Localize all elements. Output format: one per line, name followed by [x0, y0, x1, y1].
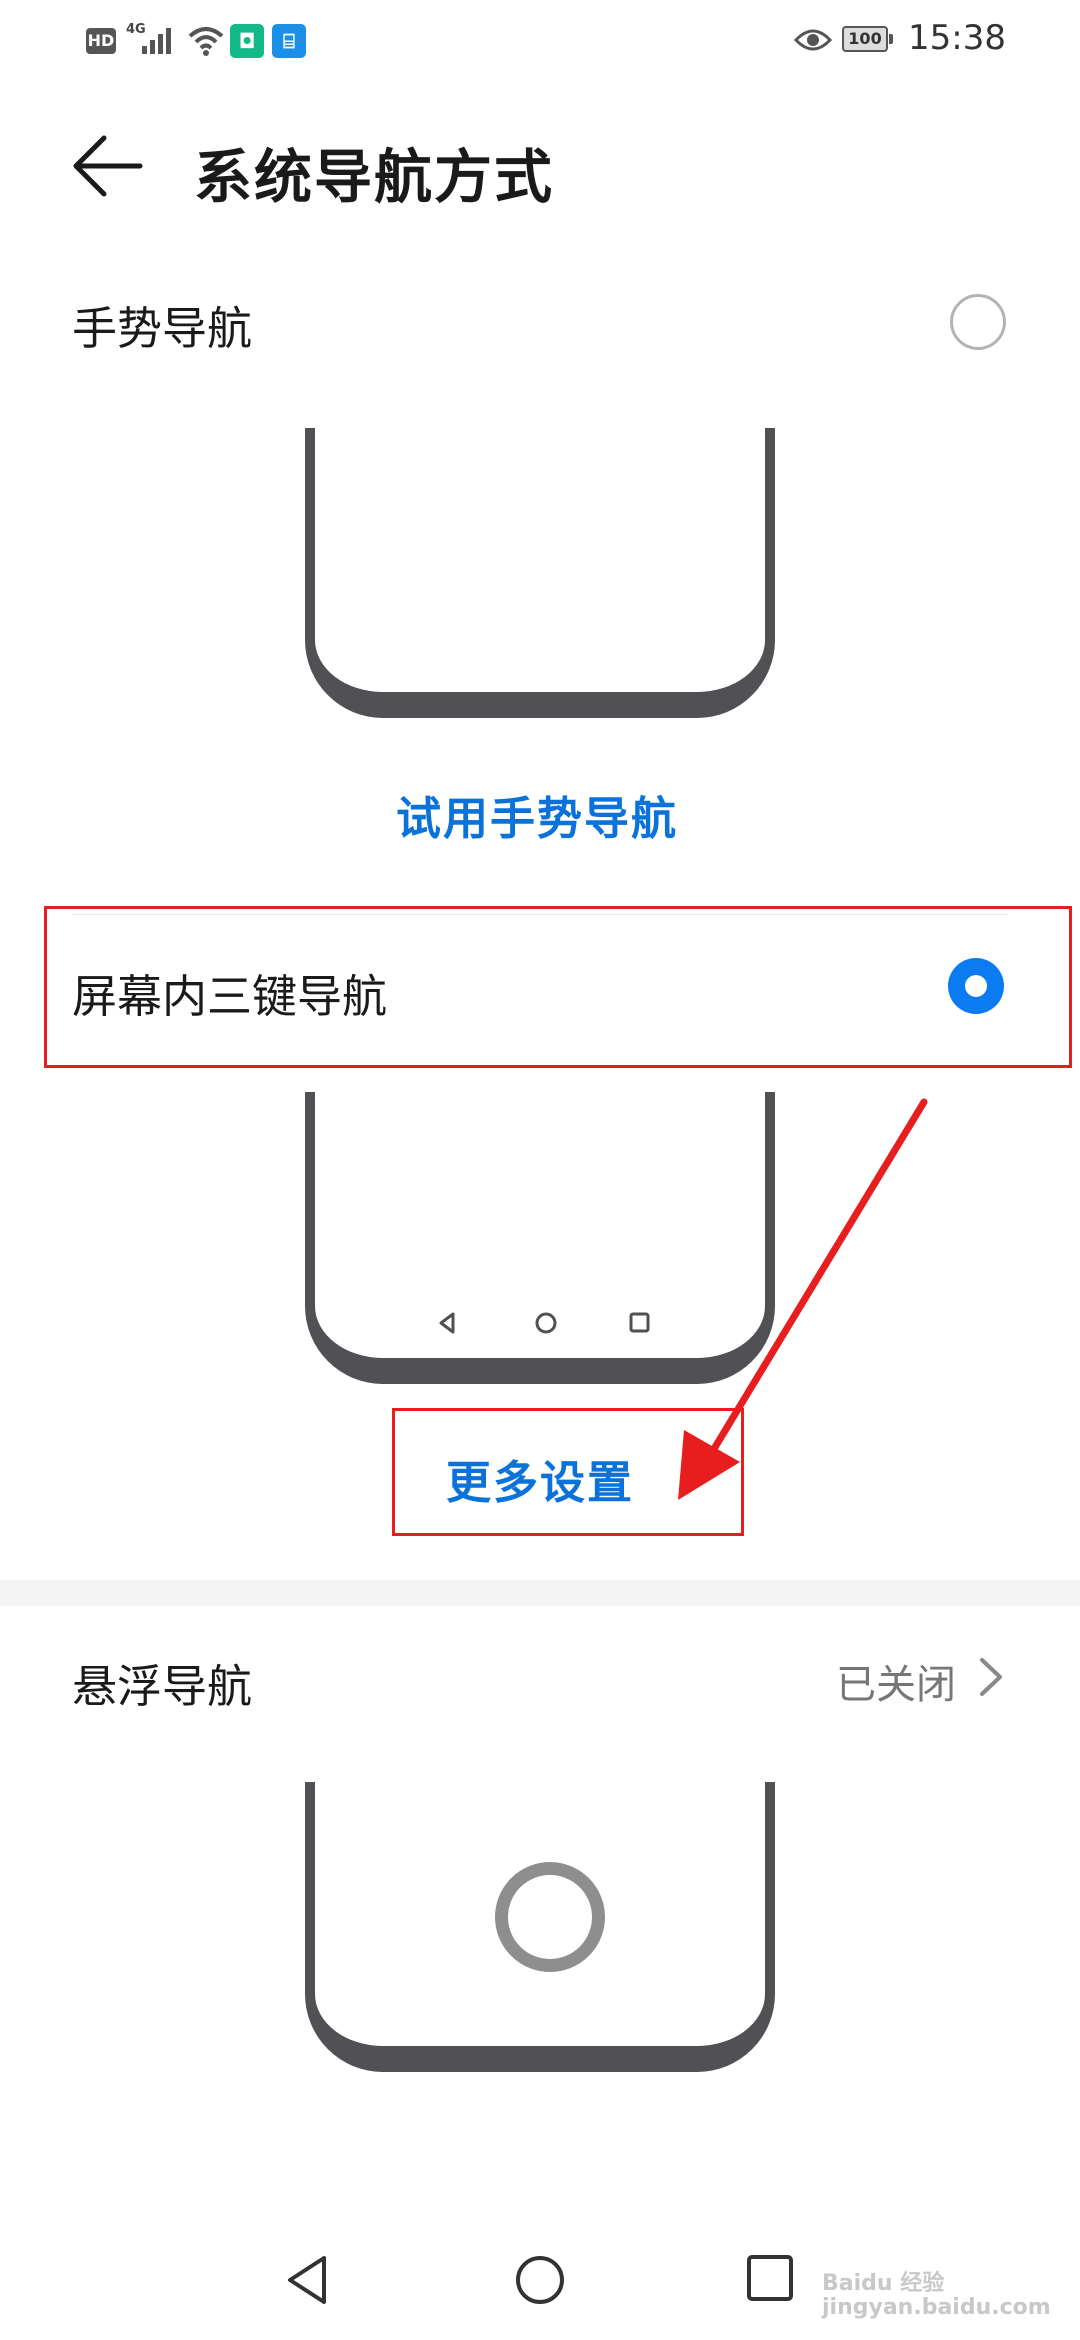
- recents-square-icon[interactable]: [744, 2252, 796, 2304]
- section-separator: [0, 1580, 1080, 1606]
- page-title: 系统导航方式: [194, 143, 555, 211]
- battery-level: 100: [842, 26, 888, 52]
- baidu-watermark: Baidu 经验 jingyan.baidu.com: [822, 2271, 1051, 2320]
- gesture-nav-preview: [305, 428, 775, 718]
- floating-nav-status[interactable]: 已关闭: [836, 1652, 956, 1710]
- floating-dock-icon: [495, 1862, 605, 1972]
- preview-nav-keys: [439, 1312, 650, 1334]
- clock: 15:38: [908, 18, 1006, 58]
- try-gesture-nav-link[interactable]: 试用手势导航: [396, 782, 678, 847]
- back-triangle-icon[interactable]: [282, 2252, 332, 2308]
- gesture-nav-label[interactable]: 手势导航: [72, 292, 252, 357]
- app-notification-icon: ⌸: [272, 24, 306, 58]
- battery-icon: 100: [842, 26, 894, 54]
- wifi-icon: [188, 27, 224, 56]
- gesture-nav-radio[interactable]: [950, 294, 1006, 350]
- eye-comfort-icon: [794, 29, 832, 51]
- signal-icon: [142, 28, 171, 54]
- floating-nav-label[interactable]: 悬浮导航: [72, 1650, 252, 1715]
- three-key-nav-radio[interactable]: [948, 958, 1004, 1014]
- status-bar: HD 4G ◘ ⌸ 100 15:38: [0, 0, 1080, 80]
- floating-nav-preview: [305, 1782, 775, 2072]
- home-circle-icon[interactable]: [512, 2252, 568, 2308]
- back-arrow-icon[interactable]: [70, 128, 146, 204]
- three-key-nav-label[interactable]: 屏幕内三键导航: [72, 960, 387, 1025]
- app-notification-icon: ◘: [230, 24, 264, 58]
- chevron-right-icon[interactable]: [976, 1654, 1006, 1700]
- hd-badge: HD: [86, 28, 116, 54]
- annotation-arrow: [678, 1098, 928, 1500]
- more-settings-link[interactable]: 更多设置: [446, 1446, 634, 1511]
